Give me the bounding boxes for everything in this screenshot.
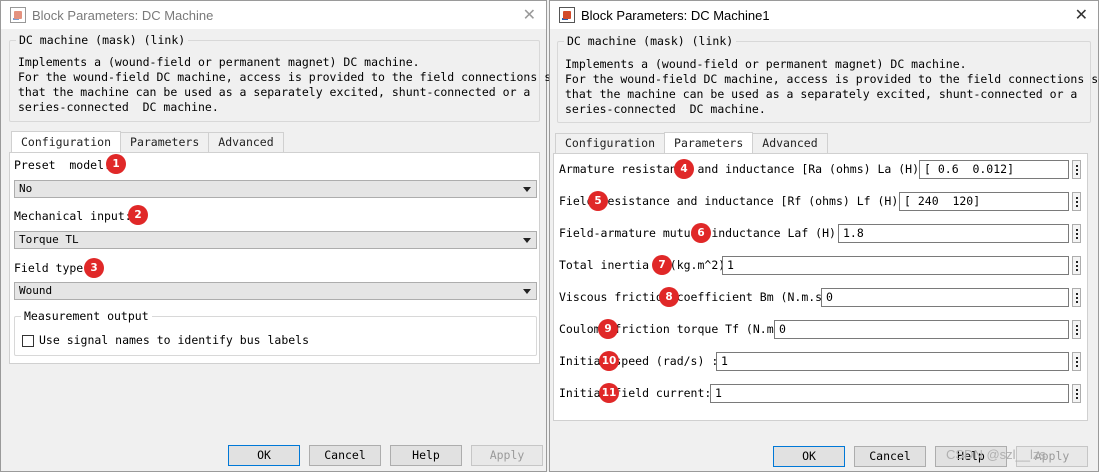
annotation-badge-5: 5 bbox=[588, 191, 608, 211]
simulink-block-icon bbox=[10, 7, 26, 23]
close-icon[interactable]: ✕ bbox=[523, 5, 536, 24]
mechanical-input-dropdown[interactable]: Torque TL bbox=[14, 231, 537, 249]
mask-group-title: DC machine (mask) (link) bbox=[564, 34, 737, 48]
annotation-badge-4: 4 bbox=[674, 159, 694, 179]
annotation-badge-2: 2 bbox=[128, 205, 148, 225]
parameters-panel: Armature resistance and inductance [Ra (… bbox=[553, 153, 1088, 421]
tab-strip: Configuration Parameters Advanced bbox=[11, 131, 284, 152]
close-icon[interactable]: ✕ bbox=[1075, 5, 1088, 24]
tab-strip: Configuration Parameters Advanced bbox=[555, 132, 828, 153]
more-options-icon[interactable] bbox=[1072, 320, 1081, 339]
coulomb-friction-label: Coulomb friction torque Tf (N.m) bbox=[559, 322, 781, 336]
inertia-field[interactable]: 1 bbox=[722, 256, 1069, 275]
viscous-friction-field[interactable]: 0 bbox=[821, 288, 1069, 307]
preset-model-dropdown[interactable]: No bbox=[14, 180, 537, 198]
tab-parameters[interactable]: Parameters bbox=[120, 132, 210, 152]
mechanical-input-value: Torque TL bbox=[19, 233, 79, 246]
chevron-down-icon bbox=[523, 289, 531, 294]
coulomb-friction-field[interactable]: 0 bbox=[774, 320, 1069, 339]
mask-description: Implements a (wound-field or permanent m… bbox=[18, 55, 558, 114]
chevron-down-icon bbox=[523, 187, 531, 192]
more-options-icon[interactable] bbox=[1072, 256, 1081, 275]
right-title-bar[interactable]: Block Parameters: DC Machine1 ✕ bbox=[550, 1, 1098, 30]
left-dialog-window: Block Parameters: DC Machine ✕ DC machin… bbox=[0, 0, 558, 472]
more-options-icon[interactable] bbox=[1072, 224, 1081, 243]
field-type-label: Field type: bbox=[14, 261, 91, 275]
annotation-badge-6: 6 bbox=[691, 223, 711, 243]
left-window-title: Block Parameters: DC Machine bbox=[32, 7, 214, 23]
field-type-dropdown[interactable]: Wound bbox=[14, 282, 537, 300]
annotation-badge-3: 3 bbox=[84, 258, 104, 278]
help-button[interactable]: Help bbox=[390, 445, 462, 466]
preset-model-value: No bbox=[19, 182, 33, 195]
annotation-badge-7: 7 bbox=[652, 255, 672, 275]
annotation-badge-8: 8 bbox=[659, 287, 679, 307]
field-rl-label: Field resistance and inductance [Rf (ohm… bbox=[559, 194, 913, 208]
annotation-badge-11: 11 bbox=[599, 383, 619, 403]
armature-rl-field[interactable]: [ 0.6 0.012] bbox=[919, 160, 1069, 179]
mask-group-title: DC machine (mask) (link) bbox=[16, 33, 189, 47]
mechanical-input-label: Mechanical input: bbox=[14, 209, 132, 223]
measurement-output-group: Measurement output Use signal names to i… bbox=[14, 309, 537, 356]
armature-rl-label: Armature resistance and inductance [Ra (… bbox=[559, 162, 933, 176]
chevron-down-icon bbox=[523, 238, 531, 243]
initial-field-current-field[interactable]: 1 bbox=[710, 384, 1069, 403]
viscous-friction-label: Viscous friction coefficient Bm (N.m.s) bbox=[559, 290, 830, 304]
annotation-badge-1: 1 bbox=[106, 154, 126, 174]
annotation-badge-10: 10 bbox=[599, 351, 619, 371]
bus-labels-checkbox[interactable] bbox=[22, 335, 34, 347]
initial-speed-label: Initial speed (rad/s) : bbox=[559, 354, 719, 368]
ok-button[interactable]: OK bbox=[228, 445, 300, 466]
right-window-title: Block Parameters: DC Machine1 bbox=[581, 7, 770, 23]
tab-advanced[interactable]: Advanced bbox=[752, 133, 828, 153]
configuration-panel: Preset model: No Mechanical input: Torqu… bbox=[9, 152, 540, 364]
initial-speed-field[interactable]: 1 bbox=[716, 352, 1069, 371]
field-type-value: Wound bbox=[19, 284, 53, 297]
initial-field-current-label: Initial field current: bbox=[559, 386, 712, 400]
tab-configuration[interactable]: Configuration bbox=[11, 131, 122, 152]
annotation-badge-9: 9 bbox=[598, 319, 618, 339]
left-title-bar[interactable]: Block Parameters: DC Machine ✕ bbox=[1, 1, 546, 30]
measurement-output-title: Measurement output bbox=[21, 309, 152, 323]
more-options-icon[interactable] bbox=[1072, 384, 1081, 403]
more-options-icon[interactable] bbox=[1072, 192, 1081, 211]
apply-button[interactable]: Apply bbox=[471, 445, 543, 466]
tab-parameters[interactable]: Parameters bbox=[664, 132, 754, 153]
laf-field[interactable]: 1.8 bbox=[838, 224, 1069, 243]
bus-labels-checkbox-label[interactable]: Use signal names to identify bus labels bbox=[39, 333, 309, 347]
ok-button[interactable]: OK bbox=[773, 446, 845, 467]
field-rl-field[interactable]: [ 240 120] bbox=[899, 192, 1069, 211]
inertia-label: Total inertia J (kg.m^2) bbox=[559, 258, 726, 272]
preset-model-label: Preset model: bbox=[14, 158, 111, 172]
simulink-block-icon bbox=[559, 7, 575, 23]
tab-advanced[interactable]: Advanced bbox=[208, 132, 284, 152]
tab-configuration[interactable]: Configuration bbox=[555, 133, 666, 153]
cancel-button[interactable]: Cancel bbox=[854, 446, 926, 467]
mask-description-group: DC machine (mask) (link) Implements a (w… bbox=[557, 34, 1099, 123]
csdn-watermark: CSDN @szl__lzs bbox=[946, 447, 1046, 462]
more-options-icon[interactable] bbox=[1072, 160, 1081, 179]
mask-description-group: DC machine (mask) (link) Implements a (w… bbox=[9, 33, 558, 122]
more-options-icon[interactable] bbox=[1072, 288, 1081, 307]
more-options-icon[interactable] bbox=[1072, 352, 1081, 371]
right-dialog-window: Block Parameters: DC Machine1 ✕ DC machi… bbox=[549, 0, 1099, 472]
mask-description: Implements a (wound-field or permanent m… bbox=[565, 57, 1099, 116]
cancel-button[interactable]: Cancel bbox=[309, 445, 381, 466]
